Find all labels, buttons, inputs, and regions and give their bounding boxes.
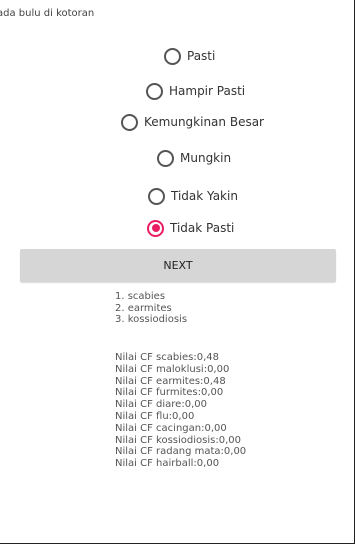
option-hampir-pasti[interactable]: Hampir Pasti [146,79,245,103]
cf-score-item: Nilai CF scabies:0,48 [115,352,219,363]
radio-icon [146,82,163,100]
option-label: Tidak Yakin [171,189,238,203]
option-kemungkinan-besar[interactable]: Kemungkinan Besar [121,110,264,134]
cf-scores-list: Nilai CF scabies:0,48 Nilai CF maloklusi… [115,352,246,470]
next-button[interactable]: NEXT [20,249,336,282]
diagnosis-ranking: 1. scabies 2. earmites 3. kossiodiosis [115,291,187,326]
cf-score-item: Nilai CF kossiodiosis:0,00 [115,434,241,446]
option-label: Pasti [187,49,216,63]
option-pasti[interactable]: Pasti [164,44,215,68]
option-label: Mungkin [180,151,232,165]
option-tidak-yakin[interactable]: Tidak Yakin [148,184,238,208]
option-tidak-pasti[interactable]: Tidak Pasti [147,216,234,240]
radio-icon [157,149,174,167]
cf-score-item: Nilai CF hairball:0,00 [115,458,220,470]
cf-score-item: Nilai CF maloklusi:0,00 [115,363,230,375]
question-text: ada bulu di kotoran [0,8,95,19]
option-label: Hampir Pasti [169,84,246,98]
cf-score-item: Nilai CF radang mata:0,00 [115,446,247,458]
ranking-item: 2. earmites [115,302,172,314]
option-label: Tidak Pasti [170,221,235,235]
radio-icon [121,113,138,131]
cf-score-item: Nilai CF earmites:0,48 [115,375,226,387]
app-screen: ada bulu di kotoran Pasti Hampir Pasti K… [0,0,355,544]
option-mungkin[interactable]: Mungkin [157,146,231,170]
cf-score-item: Nilai CF cacingan:0,00 [115,422,227,434]
cf-score-item: Nilai CF diare:0,00 [115,399,207,411]
option-label: Kemungkinan Besar [144,115,264,129]
radio-checked-icon [147,219,164,237]
cf-score-item: Nilai CF flu:0,00 [115,410,195,422]
ranking-item: 3. kossiodiosis [115,314,188,326]
cf-score-item: Nilai CF furmites:0,00 [115,387,224,399]
radio-icon [148,187,165,205]
radio-icon [164,47,181,65]
ranking-item: 1. scabies [115,291,166,302]
